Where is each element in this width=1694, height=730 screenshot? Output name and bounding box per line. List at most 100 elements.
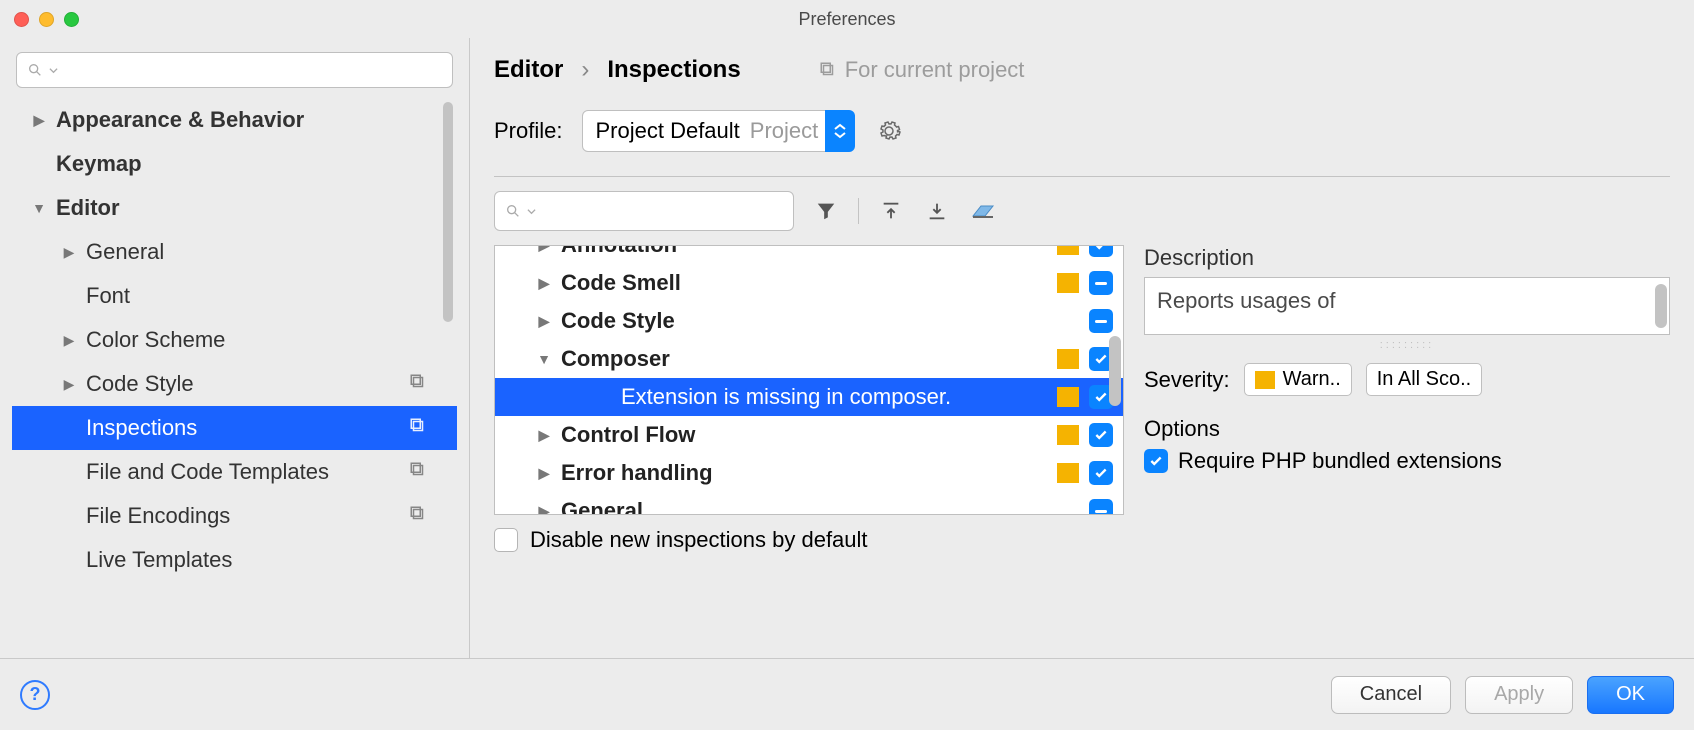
tree-item-general[interactable]: ▶General [495,492,1123,514]
severity-swatch [1057,425,1079,445]
option-require-bundled-checkbox[interactable] [1144,449,1168,473]
expand-all-button[interactable] [877,197,905,225]
inspection-details: Description Reports usages of ::::::::: … [1144,245,1670,525]
inspection-checkbox[interactable] [1089,246,1113,257]
stack-icon [819,61,837,79]
profile-settings-button[interactable] [875,117,903,145]
sidebar-item-file-encodings[interactable]: File Encodings [12,494,457,538]
sidebar-item-label: Appearance & Behavior [56,107,304,133]
breadcrumb-editor[interactable]: Editor [494,56,563,84]
collapse-all-button[interactable] [923,197,951,225]
severity-swatch [1057,349,1079,369]
tree-item-label: Control Flow [561,422,1123,448]
inspection-checkbox[interactable] [1089,309,1113,333]
tree-item-label: Error handling [561,460,1123,486]
sidebar-item-editor[interactable]: ▼Editor [12,186,457,230]
inspections-search-input[interactable] [542,202,783,220]
description-scrollbar[interactable] [1655,284,1667,328]
reset-button[interactable] [969,197,997,225]
gear-icon [877,119,901,143]
disable-new-inspections-checkbox[interactable] [494,528,518,552]
sidebar-item-font[interactable]: Font [12,274,457,318]
tree-item-label: Annotation [561,246,1123,258]
chevron-right-icon: ▶ [60,244,78,261]
sidebar-search-input[interactable] [64,61,442,79]
severity-row: Severity: Warn.. In All Sco.. [1144,363,1670,396]
chevron-right-icon: ▶ [535,465,553,482]
description-heading: Description [1144,245,1670,271]
mid-area: ▶Annotation▶Code Smell▶Code Style▼Compos… [494,245,1670,525]
profile-select[interactable]: Project Default Project [582,110,831,152]
resize-grip[interactable]: ::::::::: [1144,339,1670,351]
sidebar-item-appearance-behavior[interactable]: ▶Appearance & Behavior [12,98,457,142]
chevron-right-icon: ▶ [60,376,78,393]
chevron-up-icon [834,123,846,131]
option-require-bundled: Require PHP bundled extensions [1144,448,1670,474]
profile-label: Profile: [494,118,562,144]
tree-scrollbar[interactable] [1109,336,1121,406]
chevron-down-icon: ▼ [30,200,48,216]
chevron-right-icon: ▶ [535,503,553,515]
inspection-checkbox[interactable] [1089,423,1113,447]
inspections-search[interactable] [494,191,794,231]
sidebar-item-color-scheme[interactable]: ▶ Color Scheme [12,318,457,362]
sidebar-nav: ▶Appearance & BehaviorKeymap▼Editor▶Gene… [12,98,457,658]
cancel-button[interactable]: Cancel [1331,676,1451,714]
sidebar-item-code-style[interactable]: ▶Code Style [12,362,457,406]
tree-item-code-style[interactable]: ▶ Code Style [495,302,1123,340]
tree-item-label: Code Style [561,308,1123,334]
description-text-area[interactable]: Reports usages of [1144,277,1670,335]
sidebar-item-live-templates[interactable]: Live Templates [12,538,457,582]
tree-item-annotation[interactable]: ▶Annotation [495,246,1123,264]
sidebar-item-keymap[interactable]: Keymap [12,142,457,186]
titlebar: Preferences [0,0,1694,38]
scope-select[interactable]: In All Sco.. [1366,363,1483,396]
sidebar-item-label: General [86,239,164,265]
window-title: Preferences [0,9,1694,30]
tree-item-code-smell[interactable]: ▶Code Smell [495,264,1123,302]
severity-select[interactable]: Warn.. [1244,363,1352,396]
content: ▶Appearance & BehaviorKeymap▼Editor▶Gene… [0,38,1694,658]
tree-item-extension-is-missing-in-composer[interactable]: Extension is missing in composer. [495,378,1123,416]
chevron-right-icon: ▶ [535,313,553,330]
funnel-icon [815,200,837,222]
inspection-checkbox[interactable] [1089,499,1113,514]
stack-icon [409,459,427,485]
sidebar-item-label: Keymap [56,151,142,177]
sidebar-item-file-and-code-templates[interactable]: File and Code Templates [12,450,457,494]
ok-button[interactable]: OK [1587,676,1674,714]
chevron-right-icon: ▶ [535,275,553,292]
chevron-right-icon: ▶ [535,427,553,444]
stack-icon [409,415,427,441]
severity-swatch [1057,463,1079,483]
profile-name: Project Default [595,118,739,144]
apply-button[interactable]: Apply [1465,676,1573,714]
search-icon [505,203,521,219]
breadcrumb-separator: › [581,56,589,84]
help-button[interactable]: ? [20,680,50,710]
severity-swatch [1255,371,1275,389]
chevron-right-icon: ▶ [60,332,78,349]
tree-item-composer[interactable]: ▼Composer [495,340,1123,378]
inspection-checkbox[interactable] [1089,461,1113,485]
expand-icon [880,200,902,222]
stack-icon [409,503,427,529]
sidebar: ▶Appearance & BehaviorKeymap▼Editor▶Gene… [0,38,470,658]
filter-button[interactable] [812,197,840,225]
tree-item-error-handling[interactable]: ▶ Error handling [495,454,1123,492]
sidebar-item-label: Color Scheme [86,327,225,353]
inspections-toolbar [494,191,1670,231]
profile-scope: Project [750,118,818,144]
profile-dropdown-button[interactable] [825,110,855,152]
inspections-tree[interactable]: ▶Annotation▶Code Smell▶Code Style▼Compos… [494,245,1124,515]
sidebar-item-label: Live Templates [86,547,232,573]
inspection-checkbox[interactable] [1089,271,1113,295]
check-icon [1149,454,1163,468]
search-icon [27,62,43,78]
sidebar-search[interactable] [16,52,453,88]
disable-new-inspections-label: Disable new inspections by default [530,527,868,553]
sidebar-item-general[interactable]: ▶ General [12,230,457,274]
sidebar-item-inspections[interactable]: Inspections [12,406,457,450]
sidebar-item-label: Font [86,283,130,309]
tree-item-control-flow[interactable]: ▶ Control Flow [495,416,1123,454]
